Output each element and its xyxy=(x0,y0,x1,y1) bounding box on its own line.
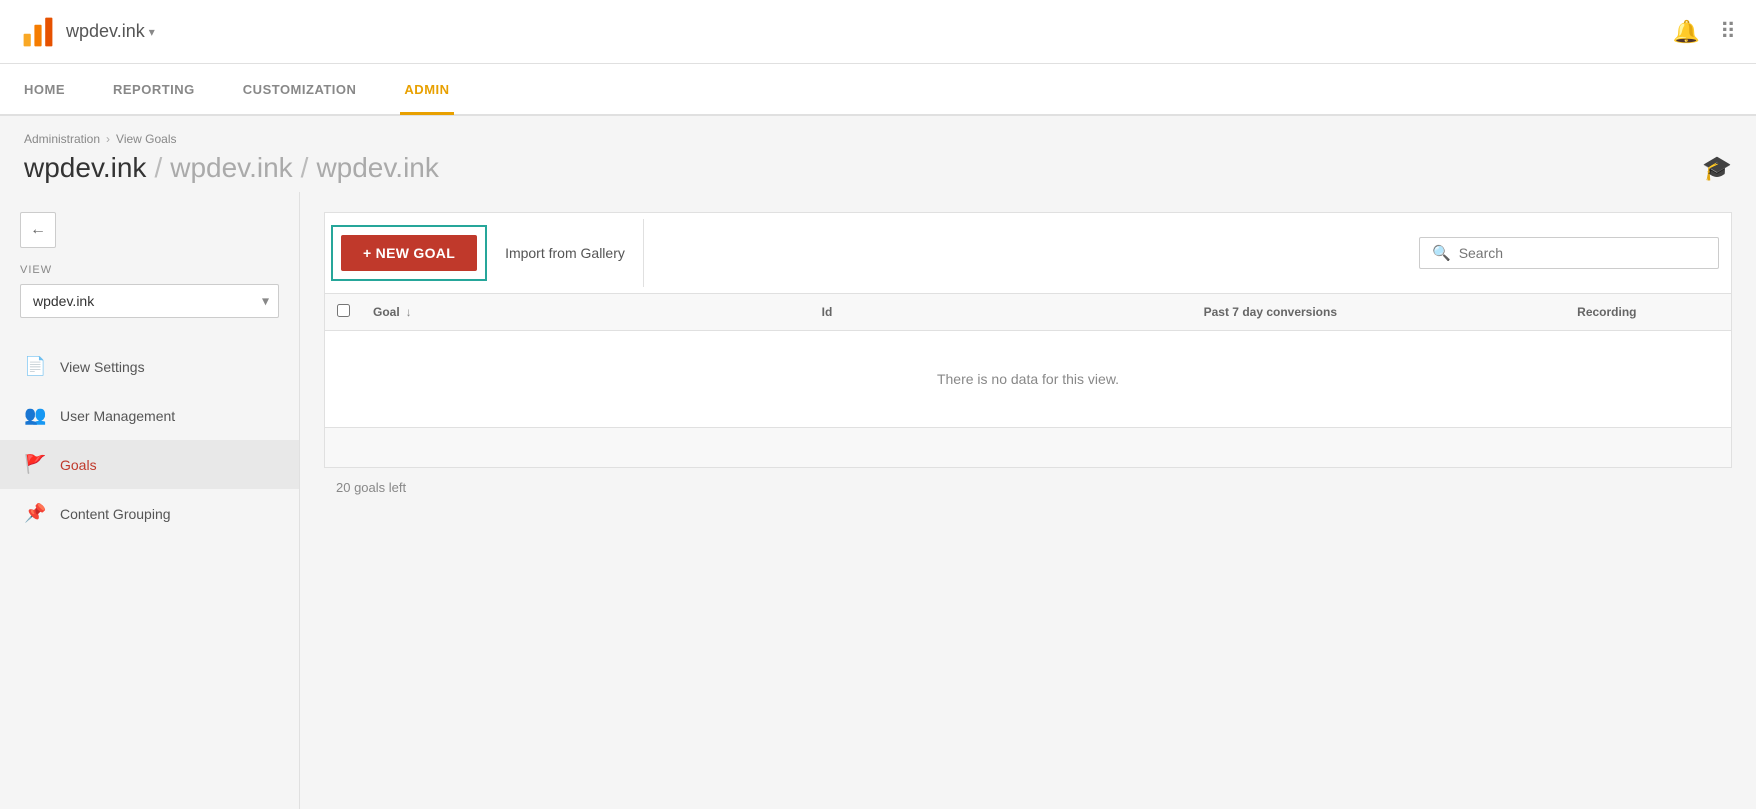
page-title-sep1: / xyxy=(154,152,162,183)
page-title-part2: wpdev.ink xyxy=(170,152,292,183)
view-select-container: wpdev.ink xyxy=(20,284,279,318)
notification-bell-icon[interactable]: 🔔 xyxy=(1672,19,1699,45)
search-box: 🔍 xyxy=(1419,237,1719,269)
main-content: ← VIEW wpdev.ink 📄 View Settings 👥 User … xyxy=(0,192,1756,809)
back-button[interactable]: ← xyxy=(20,212,56,248)
sidebar-item-content-grouping-label: Content Grouping xyxy=(60,506,171,522)
goals-left-count: 20 goals left xyxy=(324,468,1732,507)
sidebar-item-user-management-label: User Management xyxy=(60,408,175,424)
document-icon: 📄 xyxy=(24,356,46,377)
table-column-headers: Goal ↓ Id Past 7 day conversions Recordi… xyxy=(325,294,1731,331)
table-empty-state: There is no data for this view. xyxy=(325,331,1731,427)
sidebar-item-goals-label: Goals xyxy=(60,457,97,473)
help-graduation-icon[interactable]: 🎓 xyxy=(1702,154,1732,183)
table-footer xyxy=(325,427,1731,467)
new-goal-button[interactable]: + NEW GOAL xyxy=(341,235,477,271)
sidebar-item-goals[interactable]: 🚩 Goals xyxy=(0,440,299,489)
search-input[interactable] xyxy=(1459,245,1706,261)
grouping-icon: 📌 xyxy=(24,503,46,524)
col-goal-header[interactable]: Goal ↓ xyxy=(373,305,822,319)
col-recording-header: Recording xyxy=(1495,305,1719,319)
page-title: wpdev.ink/wpdev.ink/wpdev.ink xyxy=(24,152,439,184)
nav-item-reporting[interactable]: REPORTING xyxy=(109,66,199,113)
sidebar: ← VIEW wpdev.ink 📄 View Settings 👥 User … xyxy=(0,192,300,809)
top-bar-left: wpdev.ink ▾ xyxy=(20,14,155,50)
sidebar-item-view-settings-label: View Settings xyxy=(60,359,145,375)
top-bar: wpdev.ink ▾ 🔔 ⠿ xyxy=(0,0,1756,64)
view-select[interactable]: wpdev.ink xyxy=(20,284,279,318)
sidebar-item-content-grouping[interactable]: 📌 Content Grouping xyxy=(0,489,299,538)
nav-item-home[interactable]: HOME xyxy=(20,66,69,113)
nav-item-admin[interactable]: ADMIN xyxy=(400,66,453,113)
breadcrumb: Administration › View Goals xyxy=(24,132,1732,146)
flag-icon: 🚩 xyxy=(24,454,46,475)
apps-grid-icon[interactable]: ⠿ xyxy=(1720,19,1736,45)
page-title-row: wpdev.ink/wpdev.ink/wpdev.ink 🎓 xyxy=(24,152,1732,184)
users-icon: 👥 xyxy=(24,405,46,426)
import-from-gallery-button[interactable]: Import from Gallery xyxy=(487,219,644,287)
breadcrumb-current: View Goals xyxy=(116,132,176,146)
col-conversions-header: Past 7 day conversions xyxy=(1046,305,1495,319)
page-title-part3: wpdev.ink xyxy=(316,152,438,183)
view-label: VIEW xyxy=(20,264,279,276)
page-title-part1: wpdev.ink xyxy=(24,152,146,183)
breadcrumb-separator: › xyxy=(106,132,110,146)
analytics-logo xyxy=(20,14,56,50)
sidebar-item-user-management[interactable]: 👥 User Management xyxy=(0,391,299,440)
breadcrumb-parent[interactable]: Administration xyxy=(24,132,100,146)
page-title-sep2: / xyxy=(301,152,309,183)
col-checkbox xyxy=(337,304,373,320)
sidebar-item-view-settings[interactable]: 📄 View Settings xyxy=(0,342,299,391)
nav-bar: HOME REPORTING CUSTOMIZATION ADMIN xyxy=(0,64,1756,116)
actions-left: + NEW GOAL Import from Gallery xyxy=(325,219,644,287)
site-name[interactable]: wpdev.ink ▾ xyxy=(66,21,155,42)
sidebar-back: ← xyxy=(20,212,279,248)
top-bar-right: 🔔 ⠿ xyxy=(1672,19,1736,45)
search-icon: 🔍 xyxy=(1432,244,1451,262)
new-goal-highlight-box: + NEW GOAL xyxy=(331,225,487,281)
col-id-header: Id xyxy=(822,305,1046,319)
sort-arrow-icon: ↓ xyxy=(406,305,412,319)
header-actions-row: + NEW GOAL Import from Gallery 🔍 xyxy=(325,213,1731,294)
goals-table-container: + NEW GOAL Import from Gallery 🔍 Goal ↓ xyxy=(324,212,1732,468)
content-area: + NEW GOAL Import from Gallery 🔍 Goal ↓ xyxy=(300,192,1756,809)
site-chevron: ▾ xyxy=(149,25,155,39)
select-all-checkbox[interactable] xyxy=(337,304,350,317)
nav-item-customization[interactable]: CUSTOMIZATION xyxy=(239,66,361,113)
breadcrumb-area: Administration › View Goals wpdev.ink/wp… xyxy=(0,116,1756,192)
